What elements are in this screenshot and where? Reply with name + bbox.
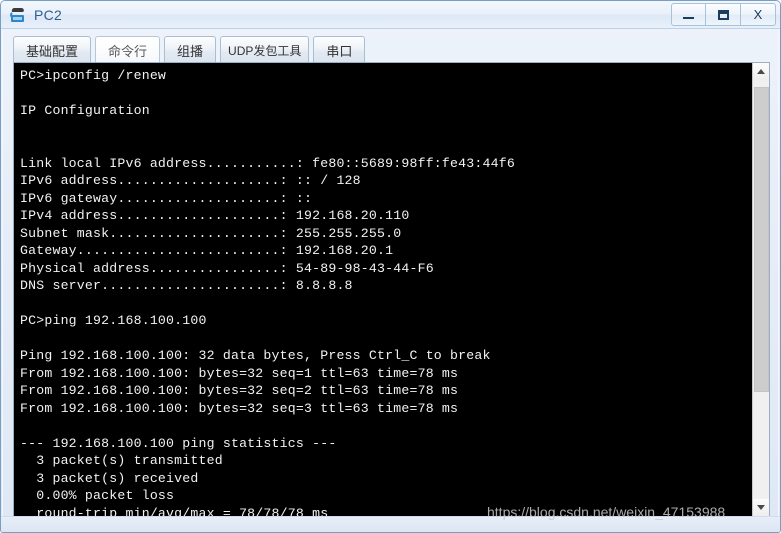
tab-label: UDP发包工具 (228, 43, 302, 58)
terminal-panel: PC>ipconfig /renew IP Configuration Link… (13, 62, 770, 517)
scroll-up-icon[interactable] (753, 63, 769, 80)
close-icon: X (753, 7, 763, 22)
minimize-button[interactable] (671, 3, 706, 26)
minimize-icon (683, 17, 694, 19)
window-bottom-strip (1, 516, 780, 532)
tab-multicast[interactable]: 组播 (164, 36, 217, 63)
terminal-scrollbar[interactable] (752, 63, 769, 516)
tab-label: 组播 (177, 43, 204, 59)
scroll-down-icon[interactable] (753, 499, 769, 516)
tab-label: 命令行 (108, 43, 148, 59)
scrollbar-thumb[interactable] (754, 87, 769, 392)
close-button[interactable]: X (741, 3, 776, 26)
tab-bar: 基础配置 命令行 组播 UDP发包工具 串口 (13, 35, 369, 63)
maximize-button[interactable] (706, 3, 741, 26)
window-title: PC2 (34, 6, 63, 23)
tab-basic-config[interactable]: 基础配置 (13, 36, 92, 63)
window-controls: X (671, 3, 776, 26)
tab-command-line[interactable]: 命令行 (95, 36, 161, 63)
pc2-window: PC2 X 基础配置 命令行 组播 UDP发包工具 串口 PC>ipconfig… (0, 0, 781, 533)
tab-label: 串口 (326, 43, 353, 59)
computer-icon (9, 6, 27, 24)
tab-serial-port[interactable]: 串口 (313, 36, 366, 63)
terminal-text: PC>ipconfig /renew IP Configuration Link… (20, 68, 515, 516)
title-bar[interactable]: PC2 X (1, 1, 780, 29)
maximize-icon (717, 9, 729, 20)
tab-label: 基础配置 (26, 43, 79, 59)
terminal-output[interactable]: PC>ipconfig /renew IP Configuration Link… (14, 63, 752, 516)
tab-udp-packet-tool[interactable]: UDP发包工具 (220, 36, 310, 63)
